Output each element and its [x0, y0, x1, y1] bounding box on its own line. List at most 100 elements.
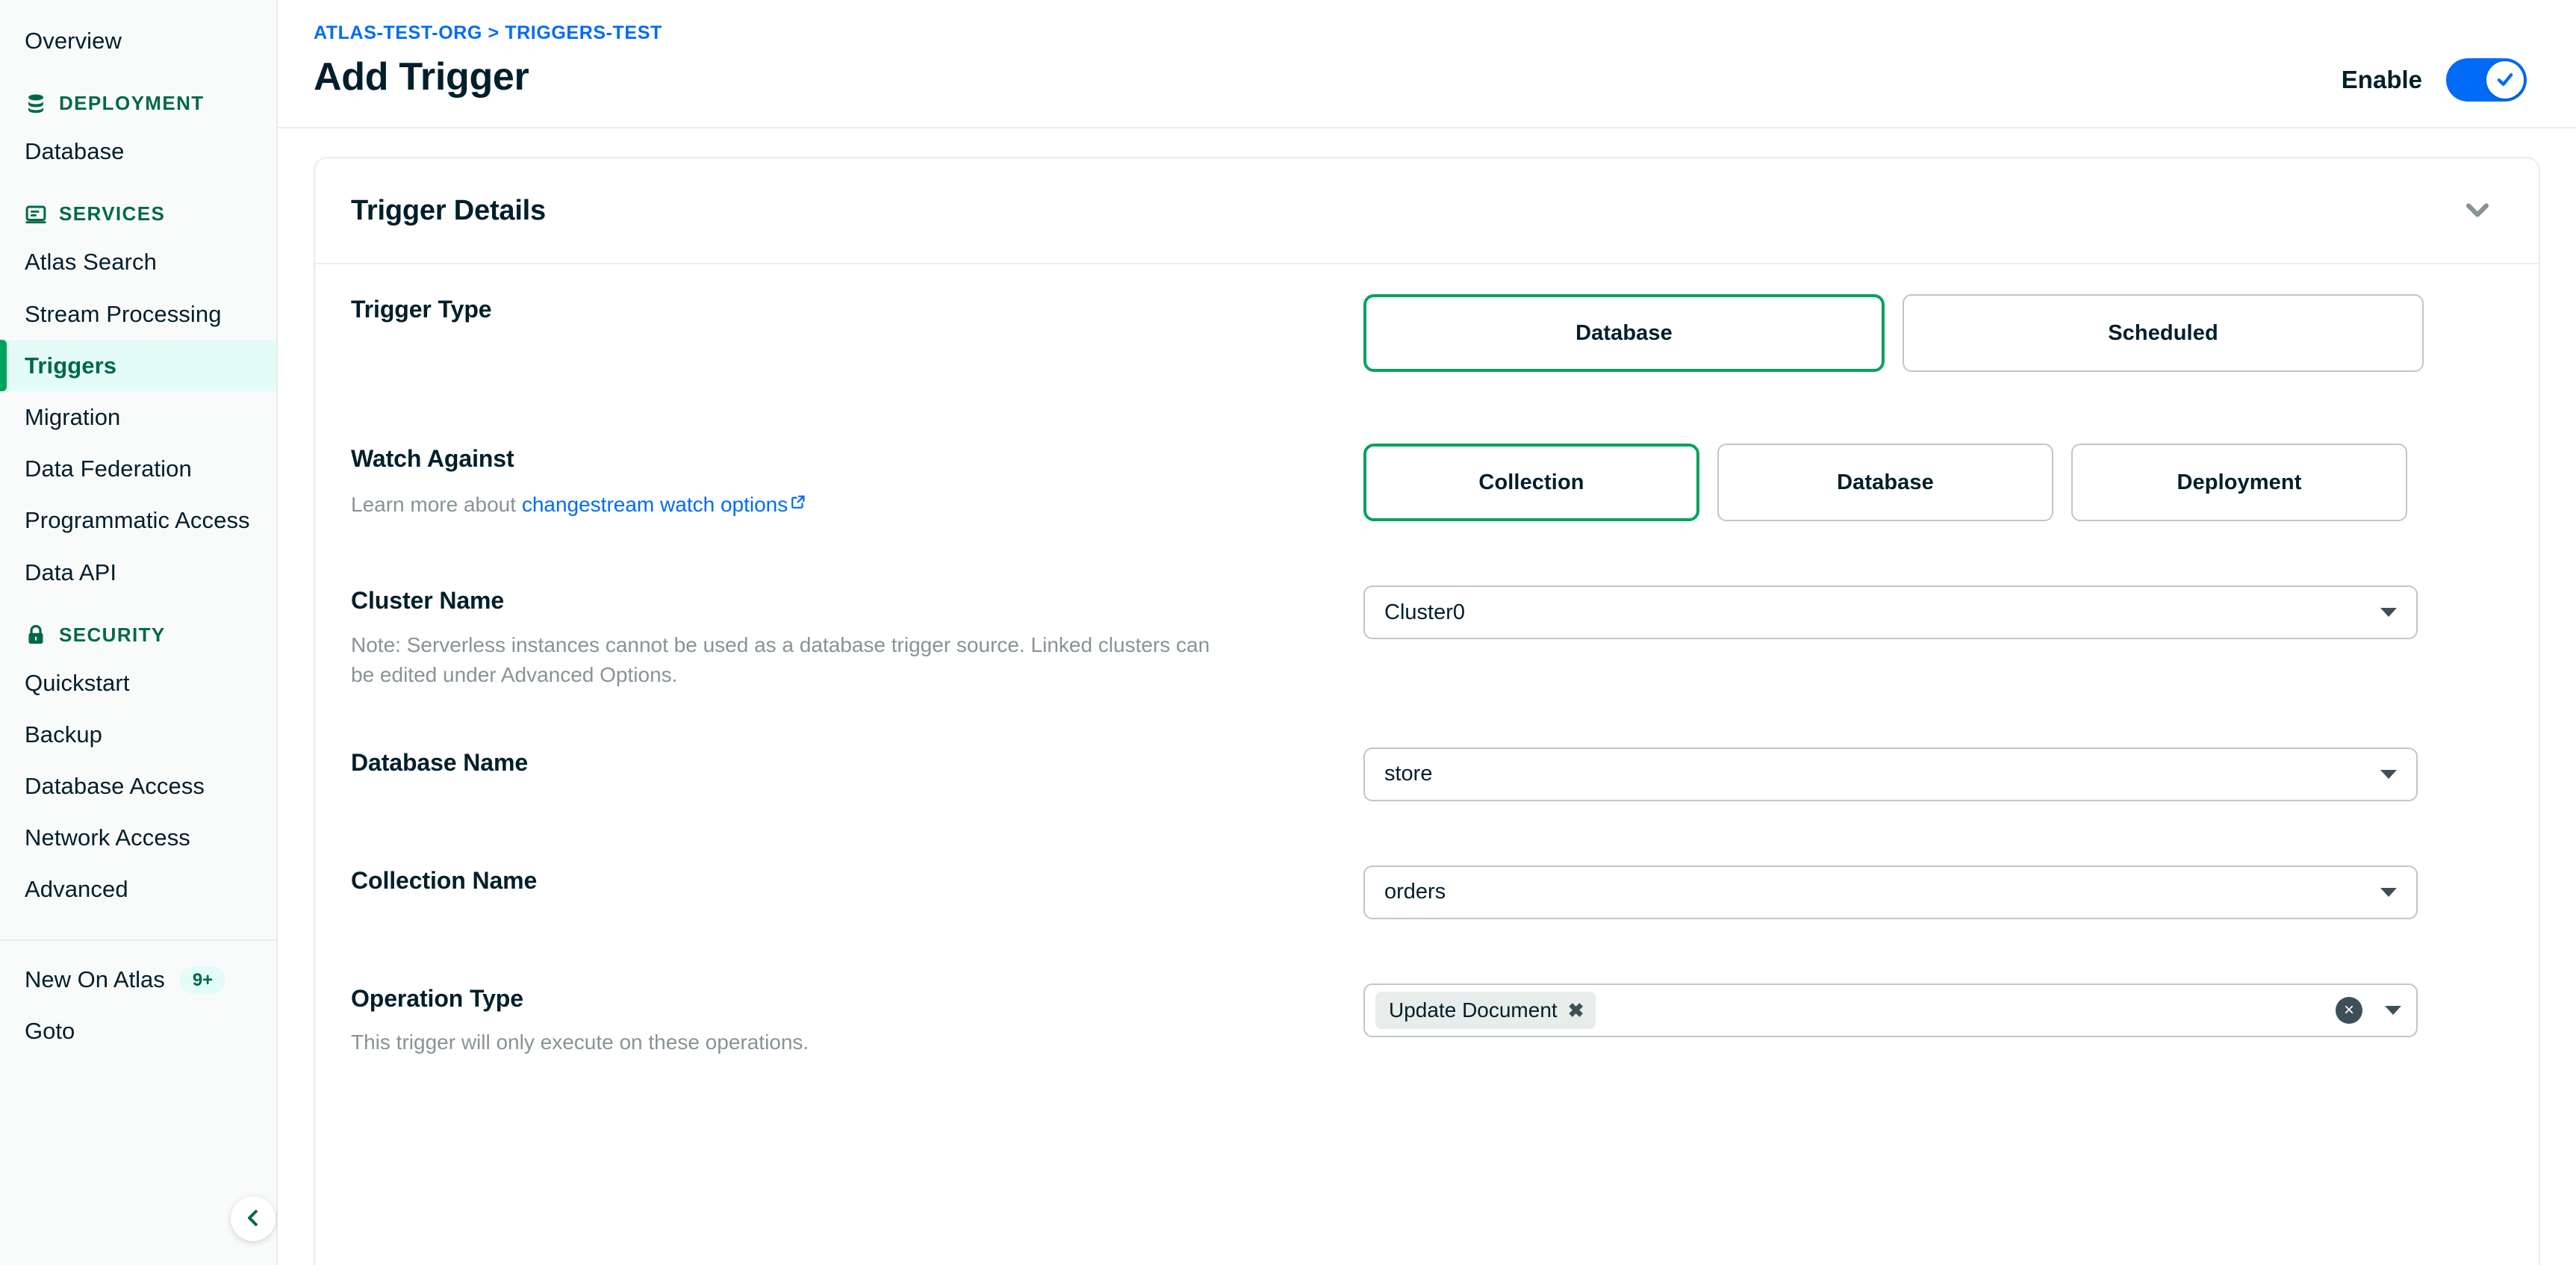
sidebar-item-backup[interactable]: Backup [0, 709, 276, 760]
sidebar-item-label: Backup [25, 721, 102, 748]
sidebar-item-quickstart[interactable]: Quickstart [0, 657, 276, 709]
row-spacer [315, 372, 2539, 444]
services-window-icon [25, 203, 47, 226]
sidebar-group-label: SERVICES [59, 202, 166, 226]
sidebar-item-label: Data API [25, 559, 117, 585]
field-label-operation-type: Operation Type [351, 984, 523, 1012]
watch-against-option-group: Collection Database Deployment [1363, 444, 2497, 521]
field-label-collection-name: Collection Name [351, 866, 538, 894]
sidebar-item-triggers[interactable]: Triggers [0, 339, 276, 392]
row-label-column: Cluster Name Note: Serverless instances … [351, 585, 1363, 691]
page-title: Add Trigger [314, 55, 529, 99]
sidebar-item-label: Quickstart [25, 669, 130, 696]
sidebar-item-network-access[interactable]: Network Access [0, 812, 276, 863]
row-field-column: orders [1363, 865, 2497, 919]
sidebar-collapse-button[interactable] [231, 1196, 276, 1241]
lock-icon [25, 624, 47, 646]
enable-toggle[interactable] [2446, 58, 2527, 102]
operation-type-chip[interactable]: Update Document ✖ [1375, 991, 1596, 1029]
sidebar-item-label: Atlas Search [25, 249, 157, 276]
chevron-down-icon[interactable] [2385, 1005, 2401, 1015]
clear-circle-icon[interactable]: × [2336, 996, 2362, 1024]
cluster-name-select[interactable]: Cluster0 [1363, 585, 2418, 639]
row-label-column: Collection Name [351, 865, 1363, 897]
toggle-knob [2486, 61, 2524, 99]
form-row-trigger-type: Trigger Type Database Scheduled [315, 294, 2539, 372]
form-row-database-name: Database Name store [315, 747, 2539, 801]
sidebar-item-label: Data Federation [25, 456, 192, 482]
sidebar-group-security: SECURITY [0, 613, 276, 657]
sidebar-item-label: Triggers [25, 352, 117, 379]
sidebar-item-goto[interactable]: Goto [0, 1006, 276, 1057]
card-collapse-button[interactable] [2458, 191, 2497, 230]
collection-name-select[interactable]: orders [1363, 865, 2418, 919]
field-label-cluster-name: Cluster Name [351, 587, 505, 614]
database-stack-icon [25, 93, 47, 115]
sidebar-item-database[interactable]: Database [0, 125, 276, 177]
card-body: Trigger Type Database Scheduled Watch Ag… [315, 264, 2539, 1058]
sidebar-item-data-api[interactable]: Data API [0, 547, 276, 598]
chevron-down-icon [2461, 193, 2494, 229]
card-header: Trigger Details [315, 158, 2539, 264]
watch-against-option-database[interactable]: Database [1717, 444, 2053, 521]
sidebar-item-database-access[interactable]: Database Access [0, 760, 276, 812]
app-root: Overview DEPLOYMENT Database SERVICES At… [0, 0, 2576, 1265]
row-field-column: store [1363, 747, 2497, 801]
row-spacer [315, 691, 2539, 748]
row-label-column: Watch Against Learn more about changestr… [351, 444, 1363, 520]
trigger-type-option-group: Database Scheduled [1363, 294, 2497, 372]
close-x-icon[interactable]: ✖ [1568, 1001, 1584, 1020]
card-title: Trigger Details [351, 194, 546, 226]
row-field-column: Collection Database Deployment [1363, 444, 2497, 521]
sidebar-group-label: SECURITY [59, 623, 166, 646]
row-label-column: Database Name [351, 748, 1363, 779]
database-name-value: store [1384, 762, 1433, 786]
chevron-down-icon [2380, 887, 2397, 897]
row-field-column: Database Scheduled [1363, 294, 2497, 372]
sidebar-item-label: Network Access [25, 824, 190, 851]
sidebar-group-deployment: DEPLOYMENT [0, 81, 276, 125]
operation-type-multiselect[interactable]: Update Document ✖ × [1363, 983, 2418, 1037]
sidebar-item-new-on-atlas[interactable]: New On Atlas 9+ [0, 954, 276, 1007]
sidebar-item-overview[interactable]: Overview [0, 15, 276, 66]
sidebar-item-label: Database [25, 138, 125, 165]
sidebar-divider [0, 939, 276, 941]
chevron-down-icon [2380, 608, 2397, 617]
field-label-database-name: Database Name [351, 748, 529, 776]
field-label-watch-against: Watch Against [351, 445, 514, 472]
sidebar-item-migration[interactable]: Migration [0, 391, 276, 443]
status-badge: 9+ [179, 966, 226, 995]
changestream-watch-options-link[interactable]: changestream watch options [522, 493, 788, 516]
database-name-select[interactable]: store [1363, 747, 2418, 801]
row-label-column: Operation Type This trigger will only ex… [351, 983, 1363, 1058]
chevron-left-icon [242, 1207, 264, 1231]
sidebar-item-stream-processing[interactable]: Stream Processing [0, 288, 276, 340]
field-help-watch-against: Learn more about changestream watch opti… [351, 488, 1232, 520]
sidebar-item-atlas-search[interactable]: Atlas Search [0, 236, 276, 288]
chip-label: Update Document [1389, 998, 1558, 1022]
sidebar-item-label: Migration [25, 403, 121, 430]
checkmark-icon [2495, 69, 2516, 92]
row-spacer [315, 521, 2539, 585]
external-link-icon [790, 488, 806, 519]
watch-against-option-collection[interactable]: Collection [1363, 444, 1699, 521]
trigger-type-option-database[interactable]: Database [1363, 294, 1885, 372]
chevron-down-icon [2380, 769, 2397, 779]
row-field-column: Cluster0 [1363, 585, 2497, 639]
page-header: ATLAS-TEST-ORG > TRIGGERS-TEST Add Trigg… [278, 0, 2576, 128]
breadcrumb[interactable]: ATLAS-TEST-ORG > TRIGGERS-TEST [314, 22, 662, 44]
sidebar-item-label: New On Atlas [25, 966, 165, 993]
sidebar-item-data-federation[interactable]: Data Federation [0, 443, 276, 494]
sidebar-item-advanced[interactable]: Advanced [0, 863, 276, 915]
sidebar-item-programmatic-access[interactable]: Programmatic Access [0, 494, 276, 546]
trigger-type-option-scheduled[interactable]: Scheduled [1903, 294, 2424, 372]
form-row-operation-type: Operation Type This trigger will only ex… [315, 983, 2539, 1058]
sidebar-item-label: Stream Processing [25, 300, 222, 327]
main-content: ATLAS-TEST-ORG > TRIGGERS-TEST Add Trigg… [278, 0, 2576, 1265]
row-spacer [315, 801, 2539, 865]
watch-against-option-deployment[interactable]: Deployment [2071, 444, 2407, 521]
row-field-column: Update Document ✖ × [1363, 983, 2497, 1037]
page-header-left: ATLAS-TEST-ORG > TRIGGERS-TEST Add Trigg… [314, 22, 662, 99]
form-row-watch-against: Watch Against Learn more about changestr… [315, 444, 2539, 521]
collection-name-value: orders [1384, 880, 1446, 904]
